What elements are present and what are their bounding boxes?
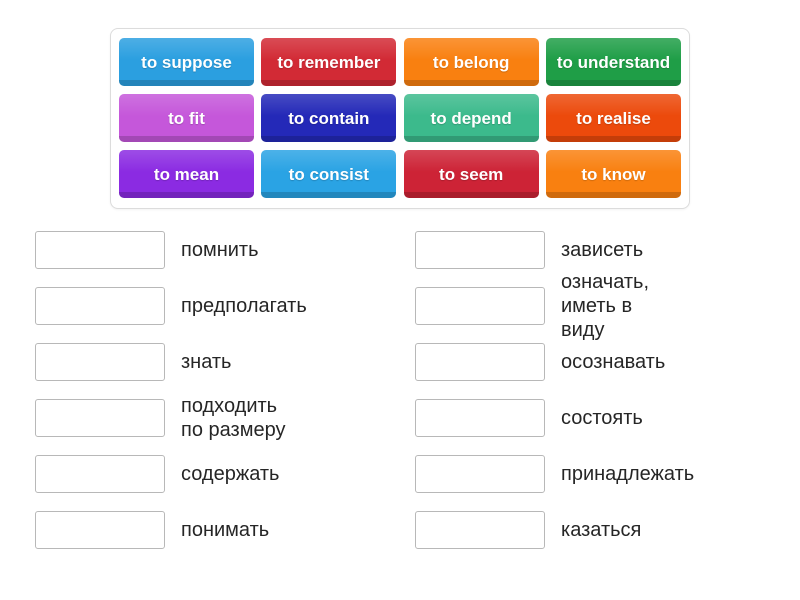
word-tile-to-realise[interactable]: to realise: [545, 94, 681, 142]
answer-label: состоять: [561, 407, 643, 429]
word-tile-label: to mean: [153, 164, 220, 184]
word-tile-label: to suppose: [141, 52, 232, 72]
word-tile-label: to belong: [432, 52, 510, 72]
drop-box-oznachat-imet-v-vidu[interactable]: [415, 287, 545, 325]
drop-box-sostoyat[interactable]: [415, 399, 545, 437]
drop-box-osoznavat[interactable]: [415, 343, 545, 381]
word-tile-bank: to suppose to remember to belong to unde…: [110, 28, 690, 209]
answer-label: принадлежать: [561, 463, 695, 485]
word-tile-to-belong[interactable]: to belong: [403, 38, 539, 86]
word-tile-to-mean[interactable]: to mean: [119, 150, 254, 198]
word-tile-to-understand[interactable]: to understand: [545, 38, 681, 86]
answer-label: означать, иметь в виду: [561, 271, 650, 341]
word-tile-to-depend[interactable]: to depend: [403, 94, 539, 142]
word-tile-label: to seem: [439, 164, 504, 184]
tile-row: to suppose to remember to belong to unde…: [119, 38, 681, 86]
word-tile-to-consist[interactable]: to consist: [261, 150, 397, 198]
word-tile-to-remember[interactable]: to remember: [261, 38, 397, 86]
word-tile-label: to contain: [288, 108, 370, 128]
word-tile-label: to depend: [430, 108, 512, 128]
word-tile-to-suppose[interactable]: to suppose: [119, 38, 254, 86]
drop-box-prinadlezhat[interactable]: [415, 455, 545, 493]
answer-label: казаться: [561, 519, 642, 541]
word-tile-label: to consist: [288, 164, 369, 184]
word-tile-label: to realise: [576, 108, 651, 128]
word-tile-label: to remember: [277, 52, 381, 72]
answer-label: осознавать: [561, 351, 666, 373]
word-tile-to-fit[interactable]: to fit: [119, 94, 254, 142]
word-tile-to-know[interactable]: to know: [545, 150, 681, 198]
tile-row: to fit to contain to depend to realise: [119, 94, 681, 142]
word-tile-label: to understand: [556, 52, 671, 72]
word-tile-label: to fit: [168, 108, 205, 128]
drop-box-zaviset[interactable]: [415, 231, 545, 269]
word-tile-label: to know: [581, 164, 646, 184]
word-tile-to-contain[interactable]: to contain: [261, 94, 397, 142]
answer-area: помнить предполагать знать подходить по …: [0, 222, 800, 558]
answer-label: зависеть: [561, 239, 644, 261]
answer-column-right: зависеть означать, иметь в виду осознава…: [0, 222, 694, 558]
matching-exercise-page: to suppose to remember to belong to unde…: [0, 0, 800, 600]
tile-row: to mean to consist to seem to know: [119, 150, 681, 198]
drop-box-kazatsya[interactable]: [415, 511, 545, 549]
word-tile-to-seem[interactable]: to seem: [403, 150, 539, 198]
